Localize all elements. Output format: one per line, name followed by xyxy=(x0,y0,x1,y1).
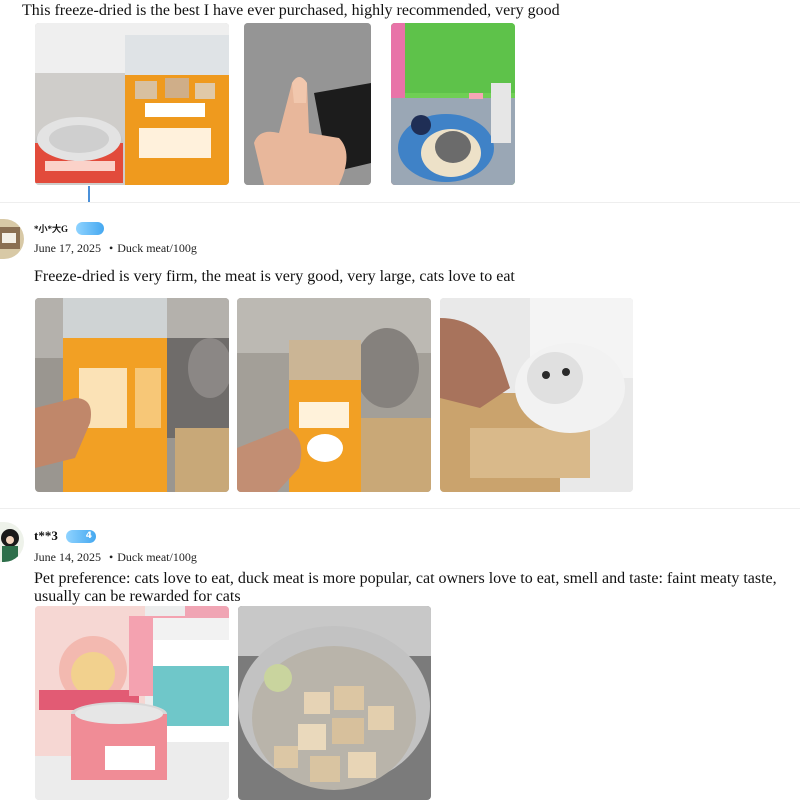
review-3-level-badge: 4 xyxy=(66,530,96,543)
review-3-meta: June 14, 2025 • Duck meat/100g xyxy=(34,550,197,565)
review-3-text: Pet preference: cats love to eat, duck m… xyxy=(34,570,777,605)
meta-separator: • xyxy=(109,550,114,564)
review-2-photo-2[interactable] xyxy=(237,298,431,492)
review-2-date: June 17, 2025 xyxy=(34,241,101,255)
review-1-cursor-marker xyxy=(88,186,90,202)
review-2-photo-1[interactable] xyxy=(35,298,229,492)
review-1-photo-2[interactable] xyxy=(244,23,371,185)
meta-separator: • xyxy=(109,241,114,255)
review-2-variant: Duck meat/100g xyxy=(117,241,197,255)
review-3-username[interactable]: t**3 xyxy=(34,528,58,544)
review-2-photo-3[interactable] xyxy=(440,298,633,492)
review-3-date: June 14, 2025 xyxy=(34,550,101,564)
review-3-photo-1[interactable] xyxy=(35,606,229,800)
review-2-text: Freeze-dried is very firm, the meat is v… xyxy=(34,268,515,285)
review-2-username[interactable]: *小*大G xyxy=(34,222,68,235)
review-3-photo-2[interactable] xyxy=(238,606,431,800)
review-2-meta: June 17, 2025 • Duck meat/100g xyxy=(34,241,197,256)
review-divider-1 xyxy=(0,202,800,203)
review-divider-2 xyxy=(0,508,800,509)
review-3-avatar[interactable] xyxy=(0,522,24,562)
review-2-level-badge xyxy=(76,222,104,235)
review-1-text: This freeze-dried is the best I have eve… xyxy=(22,2,560,19)
review-3-variant: Duck meat/100g xyxy=(117,550,197,564)
review-2-avatar[interactable] xyxy=(0,219,24,259)
review-1-photo-3[interactable] xyxy=(391,23,515,185)
review-1-photo-1[interactable] xyxy=(35,23,229,185)
